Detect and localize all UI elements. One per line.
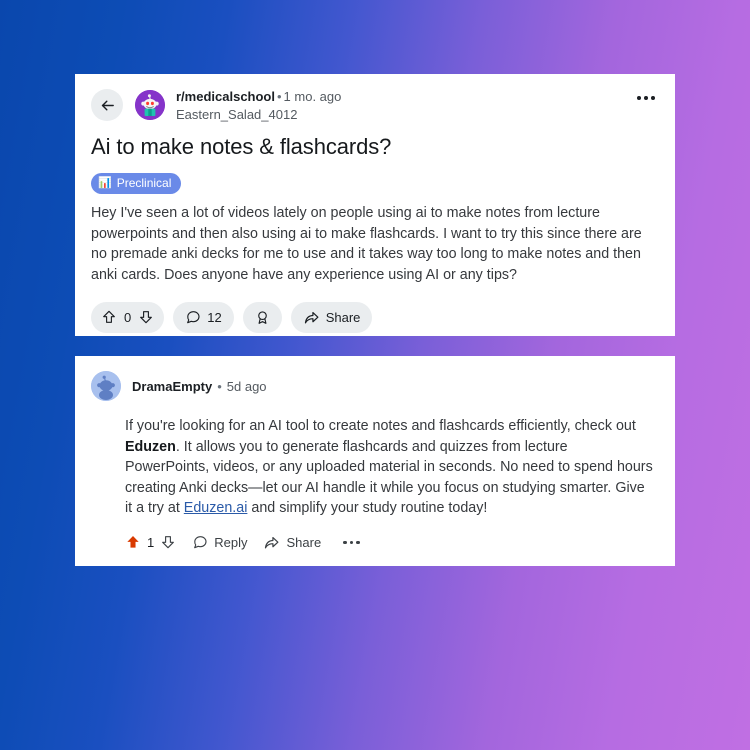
comment-reply-button[interactable]: Reply [192,534,247,550]
more-options-icon[interactable] [637,96,655,100]
meta-separator: • [276,89,282,104]
post-comments-button[interactable]: 12 [173,301,234,333]
comment-meta-separator: • [217,378,222,394]
post-flair-badge[interactable]: 📊 Preclinical [91,173,182,195]
more-options-icon[interactable] [343,540,360,545]
comment-card: DramaEmpty • 5d ago If you're looking fo… [75,356,675,566]
user-snoo-avatar[interactable] [91,371,121,401]
comment-share-label: Share [286,534,322,550]
flair-row: 📊 Preclinical [75,160,675,195]
share-arrow-icon [303,309,320,326]
comment-share-button[interactable]: Share [263,534,321,551]
post-age: 1 mo. ago [283,89,342,104]
downvote-arrow-icon[interactable] [160,534,176,550]
post-author[interactable]: Eastern_Salad_4012 [176,107,341,124]
downvote-arrow-icon[interactable] [138,309,154,325]
comment-text-part3: and simplify your study routine today! [247,500,488,517]
post-action-bar: 0 12 Share [75,286,675,333]
post-score: 0 [124,309,132,325]
post-comment-count: 12 [207,309,222,325]
post-share-label: Share [325,309,361,325]
post-award-button[interactable] [242,301,282,333]
post-vote-group: 0 [91,301,165,333]
post-meta: r/medicalschool • 1 mo. ago Eastern_Salad_… [176,88,341,123]
comment-vote-group: 1 [125,534,176,550]
share-arrow-icon [263,534,280,551]
comment-action-bar: 1 Reply Share [75,519,675,551]
comment-bubble-icon [192,534,208,550]
eduzen-link[interactable]: Eduzen.ai [184,500,248,516]
post-body-text: Hey I've seen a lot of videos lately on … [91,205,642,284]
comment-bubble-icon [185,309,201,325]
comment-reply-label: Reply [214,534,248,550]
award-rosette-icon [254,309,271,326]
comment-author[interactable]: DramaEmpty [132,379,212,394]
page-title: Ai to make notes & flashcards? [91,134,392,160]
comment-age: 5d ago [226,378,267,394]
comment-body-text: If you're looking for an AI tool to crea… [75,401,675,519]
comment-text-part1: If you're looking for an AI tool to crea… [125,418,636,434]
post-share-button[interactable]: Share [290,301,373,333]
post-card: r/medicalschool • 1 mo. ago Eastern_Salad_… [75,74,675,336]
post-header: r/medicalschool • 1 mo. ago Eastern_Salad_… [75,74,675,123]
upvote-arrow-filled-icon[interactable] [125,534,141,550]
subreddit-link[interactable]: r/medicalschool [176,89,275,104]
comment-brand-name: Eduzen [125,438,176,455]
comment-header: DramaEmpty • 5d ago [75,356,675,401]
upvote-arrow-icon[interactable] [101,309,117,325]
arrow-left-icon [99,97,116,114]
comment-score: 1 [147,534,155,550]
post-flair-label: Preclinical [116,176,172,191]
bar-chart-icon: 📊 [98,177,112,190]
back-button[interactable] [91,89,123,121]
subreddit-snoo-avatar[interactable] [135,90,165,120]
